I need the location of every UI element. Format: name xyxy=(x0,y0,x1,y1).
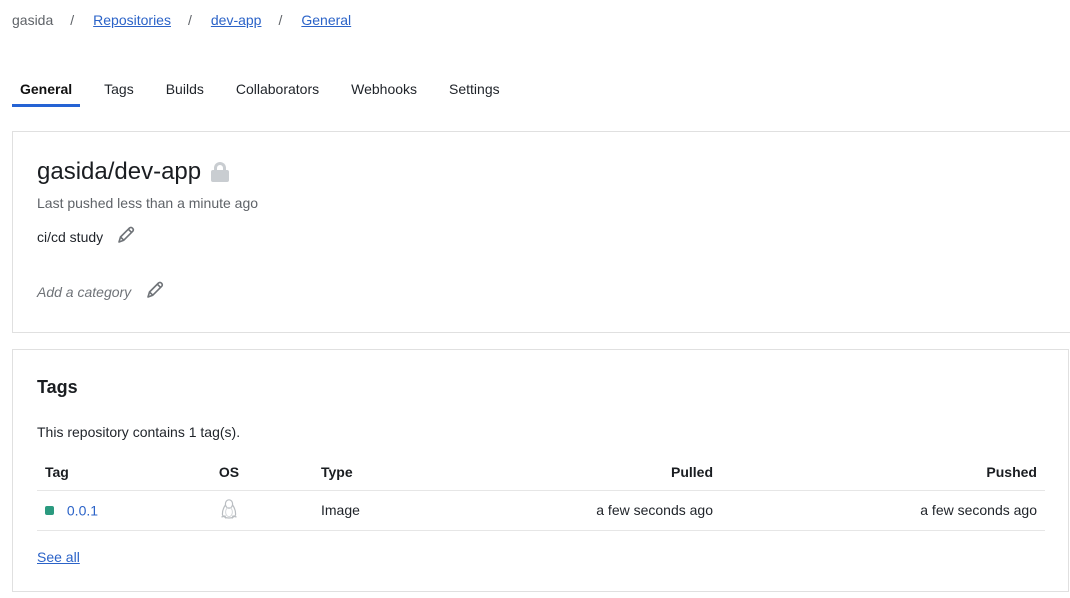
last-pushed-text: Last pushed less than a minute ago xyxy=(37,195,259,211)
tab-bar: General Tags Builds Collaborators Webhoo… xyxy=(12,78,524,108)
type-cell: Image xyxy=(261,490,421,531)
column-header-pushed: Pushed xyxy=(721,454,1045,491)
tags-table: Tag OS Type Pulled Pushed 0.0.1 Image a … xyxy=(37,454,1045,531)
tags-count-text: This repository contains 1 tag(s). xyxy=(37,424,241,440)
tags-card: Tags This repository contains 1 tag(s). … xyxy=(12,349,1069,592)
breadcrumb-separator: / xyxy=(70,12,75,28)
tag-cell: 0.0.1 xyxy=(37,490,197,531)
tab-collaborators[interactable]: Collaborators xyxy=(228,78,327,107)
linux-icon xyxy=(220,498,238,523)
tab-general[interactable]: General xyxy=(12,78,81,107)
repository-info-card: gasida/dev-app Last pushed less than a m… xyxy=(12,131,1070,333)
table-row: 0.0.1 Image a few seconds ago a few seco… xyxy=(37,490,1045,531)
tab-settings[interactable]: Settings xyxy=(441,78,508,107)
edit-category-pencil-icon[interactable] xyxy=(145,280,165,303)
table-header-row: Tag OS Type Pulled Pushed xyxy=(37,454,1045,491)
pushed-cell: a few seconds ago xyxy=(721,490,1045,531)
breadcrumb-separator: / xyxy=(278,12,283,28)
see-all-link[interactable]: See all xyxy=(37,549,80,565)
breadcrumb-general-link[interactable]: General xyxy=(301,12,351,28)
pulled-cell: a few seconds ago xyxy=(421,490,721,531)
add-category-placeholder: Add a category xyxy=(37,283,132,300)
tab-tags[interactable]: Tags xyxy=(96,78,142,107)
lock-icon xyxy=(211,162,230,182)
repo-category-row: Add a category xyxy=(37,280,165,303)
page-title: gasida/dev-app xyxy=(37,158,202,185)
tag-link[interactable]: 0.0.1 xyxy=(67,503,98,519)
breadcrumb-repo-link[interactable]: dev-app xyxy=(211,12,262,28)
tab-builds[interactable]: Builds xyxy=(158,78,212,107)
breadcrumb-separator: / xyxy=(187,12,192,28)
breadcrumb-user: gasida xyxy=(12,12,54,28)
repo-description: ci/cd study xyxy=(37,228,104,245)
column-header-pulled: Pulled xyxy=(421,454,721,491)
tag-status-dot xyxy=(45,506,54,516)
column-header-tag: Tag xyxy=(37,454,197,491)
column-header-os: OS xyxy=(197,454,261,491)
tab-webhooks[interactable]: Webhooks xyxy=(343,78,425,107)
tags-section-title: Tags xyxy=(37,377,78,397)
edit-description-pencil-icon[interactable] xyxy=(116,225,136,248)
breadcrumb-repositories-link[interactable]: Repositories xyxy=(93,12,171,28)
breadcrumb: gasida / Repositories / dev-app / Genera… xyxy=(12,11,351,29)
os-cell xyxy=(197,490,261,531)
column-header-type: Type xyxy=(261,454,421,491)
repo-title-row: gasida/dev-app xyxy=(37,158,230,186)
repo-description-row: ci/cd study xyxy=(37,225,136,248)
